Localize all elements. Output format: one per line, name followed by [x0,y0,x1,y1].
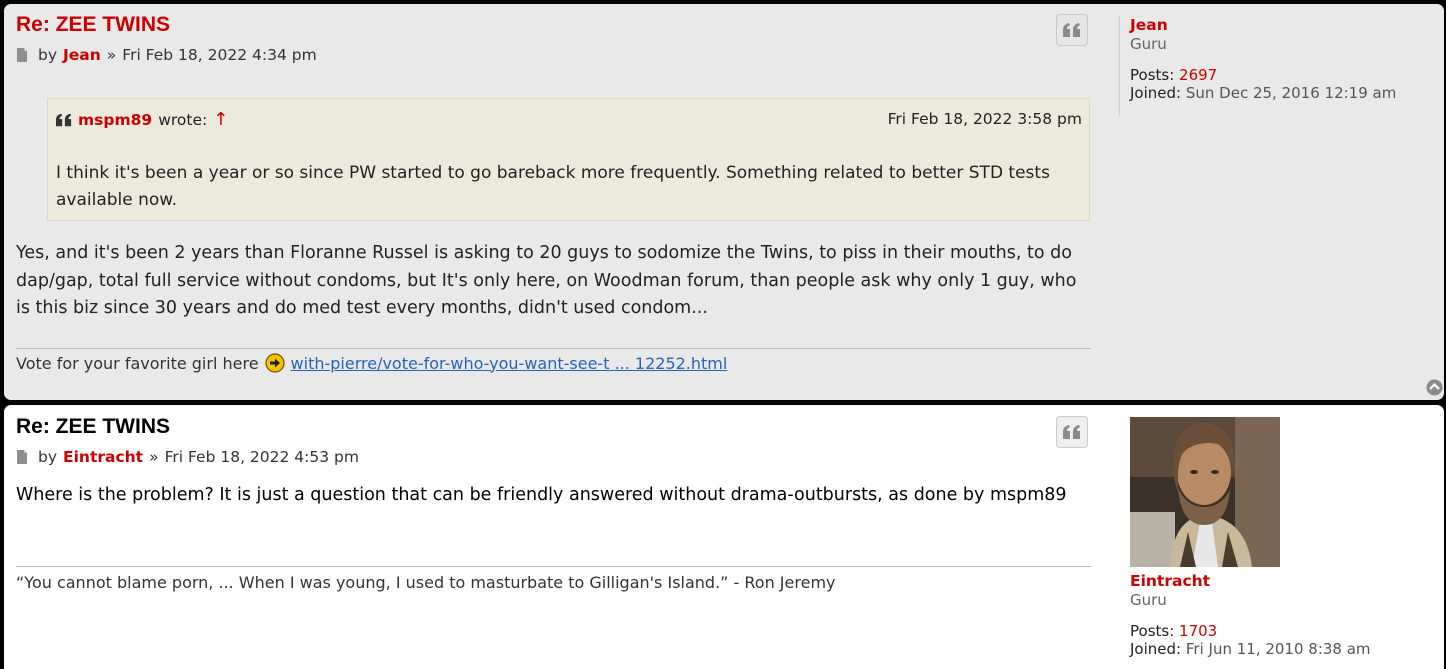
joined-date: Sun Dec 25, 2016 12:19 am [1185,84,1397,102]
quote-block: mspm89 wrote: ↑ Fri Feb 18, 2022 3:58 pm… [47,98,1090,221]
profile-rank: Guru [1130,35,1167,53]
posts-count-link[interactable]: 2697 [1179,66,1217,84]
post-title[interactable]: Re: ZEE TWINS [16,13,170,37]
avatar[interactable] [1130,417,1280,567]
meta-separator: » [106,46,117,64]
post-author-link[interactable]: Jean [63,46,101,64]
post-2: Re: ZEE TWINS by Eintracht » Fri Feb 18,… [4,405,1444,669]
signature-divider [16,566,1091,567]
profile-username[interactable]: Jean [1130,16,1396,34]
post-author-link[interactable]: Eintracht [63,448,143,466]
signature-text: Vote for your favorite girl here [16,353,259,373]
meta-separator: » [149,448,159,466]
posts-label: Posts: [1130,622,1175,640]
signature-divider [16,348,1091,349]
profile-stats: Posts: 1703 Joined: Fri Jun 11, 2010 8:3… [1130,622,1371,658]
post-meta: by Eintracht » Fri Feb 18, 2022 4:53 pm [16,448,359,466]
arrow-up-circle-icon[interactable] [1426,379,1443,396]
post-date: Fri Feb 18, 2022 4:53 pm [164,448,359,466]
quote-button[interactable] [1056,14,1088,46]
quote-header: mspm89 wrote: ↑ [56,109,228,130]
profile-joined: Joined: Fri Jun 11, 2010 8:38 am [1130,640,1371,658]
posts-count-link[interactable]: 1703 [1179,622,1217,640]
signature: “You cannot blame porn, ... When I was y… [16,573,836,592]
arrow-right-circle-icon [264,353,285,373]
posts-label: Posts: [1130,66,1175,84]
joined-label: Joined: [1130,640,1182,658]
post-title[interactable]: Re: ZEE TWINS [16,415,170,439]
by-label: by [38,448,58,466]
quote-button[interactable] [1056,416,1088,448]
post-body: Yes, and it's been 2 years than Floranne… [16,243,1077,318]
quote-source-arrow[interactable]: ↑ [213,109,228,130]
quote-icon [1063,425,1080,439]
signature-link[interactable]: with-pierre/vote-for-who-you-want-see-t … [291,354,728,373]
post-profile: Jean Guru Posts: 2697 Joined: Sun Dec 25… [1119,16,1396,116]
profile-stats: Posts: 2697 Joined: Sun Dec 25, 2016 12:… [1130,66,1396,102]
post-body: Where is the problem? It is just a quest… [16,485,1067,505]
profile-joined: Joined: Sun Dec 25, 2016 12:19 am [1130,84,1396,102]
post-profile: Eintracht Guru Posts: 1703 Joined: Fri J… [1119,417,1371,658]
quote-date: Fri Feb 18, 2022 3:58 pm [887,110,1082,128]
post-1: Re: ZEE TWINS by Jean » Fri Feb 18, 2022… [4,4,1444,400]
signature-text: “You cannot blame porn, ... When I was y… [16,573,836,592]
joined-label: Joined: [1130,84,1182,102]
profile-rank: Guru [1130,591,1167,609]
post-meta: by Jean » Fri Feb 18, 2022 4:34 pm [16,46,317,64]
joined-date: Fri Jun 11, 2010 8:38 am [1185,640,1371,658]
quote-text: I think it's been a year or so since PW … [56,163,1050,210]
profile-posts: Posts: 1703 [1130,622,1371,640]
post-date: Fri Feb 18, 2022 4:34 pm [122,46,317,64]
quote-author-link[interactable]: mspm89 [78,111,152,129]
profile-posts: Posts: 2697 [1130,66,1396,84]
profile-username[interactable]: Eintracht [1130,572,1371,590]
document-icon[interactable] [16,48,28,62]
by-label: by [38,46,58,64]
quote-icon [1063,23,1080,37]
quote-icon [56,113,72,126]
signature: Vote for your favorite girl here with-pi… [16,353,727,373]
document-icon[interactable] [16,450,28,464]
quote-wrote-label: wrote: [158,110,208,129]
